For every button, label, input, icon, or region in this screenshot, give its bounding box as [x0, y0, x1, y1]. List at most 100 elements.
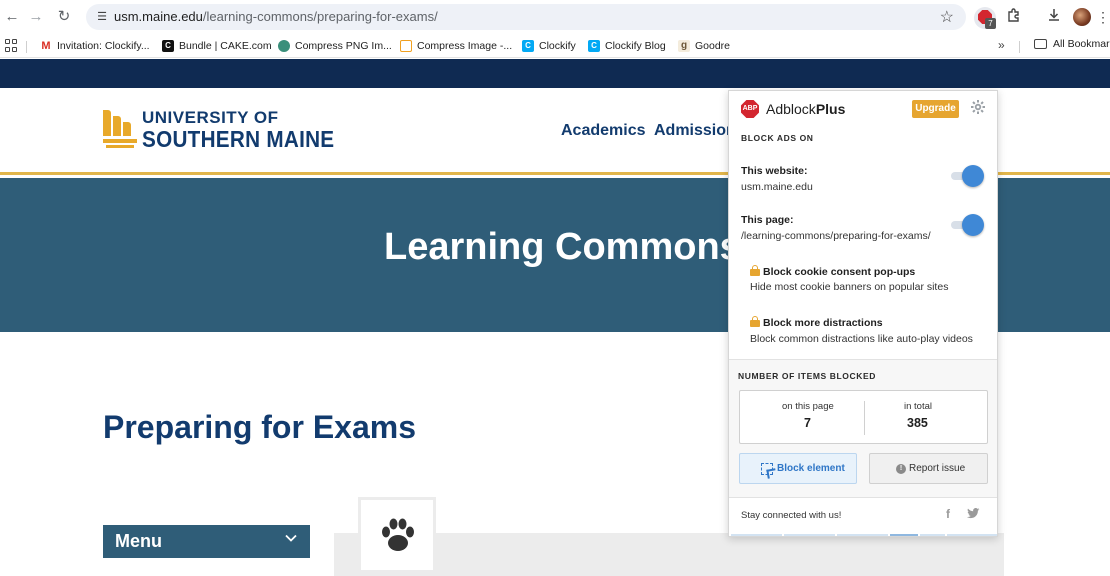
forward-icon[interactable]: →: [26, 7, 46, 27]
stats-caption: NUMBER OF ITEMS BLOCKED: [738, 371, 876, 381]
website-label: This website:: [741, 165, 808, 177]
feature-cookie-desc: Hide most cookie banners on popular site…: [750, 281, 949, 293]
reload-icon[interactable]: ↻: [54, 7, 74, 27]
website-value: usm.maine.edu: [741, 181, 813, 193]
page-label: This page:: [741, 214, 794, 226]
popup-brand: AdblockPlus: [766, 101, 845, 117]
url-text[interactable]: usm.maine.edu/learning-commons/preparing…: [114, 9, 438, 24]
bookmark-label: Compress PNG Im...: [295, 40, 392, 52]
brand-bold: Plus: [815, 101, 846, 117]
twitter-icon[interactable]: [967, 508, 980, 519]
facebook-icon[interactable]: f: [946, 507, 950, 521]
bookmark-label: Compress Image -...: [417, 40, 513, 52]
stay-connected-text: Stay connected with us!: [741, 510, 842, 521]
hero-title: Learning Commons: [384, 226, 741, 268]
bookmarks-overflow-button[interactable]: »: [998, 38, 1005, 52]
bookmarks-bar: M Invitation: Clockify... C Bundle | CAKE.…: [0, 34, 1110, 58]
bookmark-item[interactable]: C Clockify: [522, 38, 576, 54]
download-icon[interactable]: [1044, 7, 1064, 27]
star-icon[interactable]: ☆: [940, 7, 954, 27]
goodreads-icon: g: [678, 40, 690, 52]
carousel-dot-active[interactable]: [890, 534, 918, 536]
adblock-extension-icon[interactable]: 7: [974, 7, 996, 29]
stats-divider: [864, 401, 865, 435]
apps-grid-icon[interactable]: [5, 39, 18, 52]
address-bar[interactable]: ☰ usm.maine.edu/learning-commons/prepari…: [86, 4, 966, 30]
block-ads-caption: BLOCK ADS ON: [741, 133, 814, 143]
report-issue-label: Report issue: [909, 463, 966, 474]
nav-academics[interactable]: Academics: [561, 122, 646, 140]
abp-logo-icon: ABP: [741, 100, 759, 118]
feature-distractions-desc: Block common distractions like auto-play…: [750, 333, 973, 345]
gmail-icon: M: [40, 40, 52, 52]
block-element-button[interactable]: Block element: [739, 453, 857, 484]
stats-box: on this page 7 in total 385: [739, 390, 988, 444]
extension-badge-count: 7: [985, 18, 996, 29]
back-icon[interactable]: ←: [2, 7, 22, 27]
bookmark-label: Clockify Blog: [605, 40, 666, 52]
extensions-puzzle-icon[interactable]: [1004, 7, 1024, 27]
carousel-dot[interactable]: [920, 534, 945, 536]
bookmark-label: Goodre: [695, 40, 731, 52]
adblock-popup: ABP AdblockPlus Upgrade BLOCK ADS ON Thi…: [728, 90, 998, 537]
carousel-dot[interactable]: [837, 534, 888, 536]
nav-admission[interactable]: Admission: [654, 122, 736, 140]
info-icon: !: [896, 464, 906, 474]
paw-icon: [382, 518, 414, 551]
site-info-icon[interactable]: ☰: [94, 9, 110, 25]
bookmark-item[interactable]: Compress Image -...: [400, 38, 512, 54]
more-menu-icon[interactable]: ⋮: [1096, 7, 1110, 27]
brand-plain: Adblock: [766, 101, 816, 117]
report-issue-button[interactable]: ! Report issue: [869, 453, 988, 484]
logo-line-2[interactable]: SOUTHERN MAINE: [142, 126, 334, 153]
gear-icon[interactable]: [969, 99, 987, 117]
logo-line-1[interactable]: UNIVERSITY OF: [142, 108, 279, 128]
menu-dropdown[interactable]: Menu: [103, 525, 310, 558]
stay-connected-row: Stay connected with us! f: [729, 497, 997, 536]
website-toggle[interactable]: [949, 165, 984, 187]
usm-logo-icon[interactable]: [103, 110, 137, 150]
carousel-dot[interactable]: [731, 534, 782, 536]
paw-logo-box: [358, 497, 436, 573]
total-count: 385: [907, 416, 928, 430]
bookmark-item[interactable]: C Bundle | CAKE.com: [162, 38, 272, 54]
clockify-icon: C: [522, 40, 534, 52]
tinypng-panda-icon: [278, 40, 290, 52]
carousel-dot[interactable]: [784, 534, 835, 536]
url-path: /learning-commons/preparing-for-exams/: [202, 9, 438, 24]
bookmark-item[interactable]: C Clockify Blog: [588, 38, 666, 54]
on-page-label: on this page: [782, 401, 834, 412]
page-toggle[interactable]: [949, 214, 984, 236]
page-value: /learning-commons/preparing-for-exams/: [741, 230, 931, 242]
bookmark-item[interactable]: M Invitation: Clockify...: [40, 38, 150, 54]
bookmark-label: Invitation: Clockify...: [57, 40, 150, 52]
menu-label: Menu: [115, 531, 162, 551]
feature-cookie-title[interactable]: Block cookie consent pop-ups: [763, 266, 915, 278]
page-title: Preparing for Exams: [103, 409, 416, 445]
block-element-label: Block element: [777, 463, 845, 474]
bookmark-item[interactable]: Compress PNG Im...: [278, 38, 392, 54]
site-top-bar: [0, 59, 1110, 88]
lock-icon: [750, 316, 760, 327]
carousel-dot[interactable]: [947, 534, 997, 536]
carousel-indicator: [729, 534, 997, 536]
all-bookmarks-button[interactable]: All Bookmarks: [1034, 38, 1110, 50]
feature-distractions-title[interactable]: Block more distractions: [763, 317, 883, 329]
chevron-down-icon: [284, 531, 298, 550]
all-bookmarks-label: All Bookmarks: [1053, 38, 1110, 50]
bookmark-label: Clockify: [539, 40, 576, 52]
block-element-icon: [761, 463, 773, 475]
compress-image-icon: [400, 40, 412, 52]
web-page: UNIVERSITY OF SOUTHERN MAINE Academics A…: [0, 59, 1110, 576]
cake-icon: C: [162, 40, 174, 52]
total-label: in total: [904, 401, 932, 412]
lock-icon: [750, 265, 760, 276]
url-host: usm.maine.edu: [114, 9, 203, 24]
bookmark-label: Bundle | CAKE.com: [179, 40, 272, 52]
upgrade-button[interactable]: Upgrade: [912, 100, 959, 118]
profile-avatar[interactable]: [1073, 8, 1091, 26]
bookmarks-separator: [1019, 41, 1020, 53]
browser-toolbar: ← → ↻ ☰ usm.maine.edu/learning-commons/p…: [0, 0, 1110, 34]
bookmark-item[interactable]: g Goodre: [678, 38, 730, 54]
popup-header: ABP AdblockPlus Upgrade: [729, 91, 997, 127]
